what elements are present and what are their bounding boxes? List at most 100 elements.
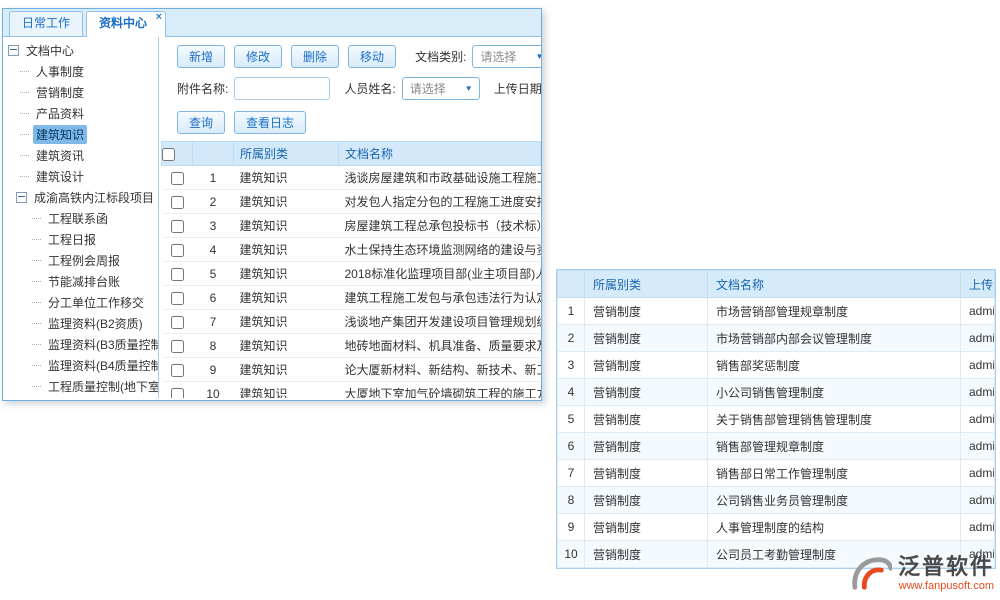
row-number: 5 xyxy=(558,406,585,433)
tree-item-label: 监理资料(B2资质) xyxy=(45,314,146,333)
table-row[interactable]: 9营销制度人事管理制度的结构admin xyxy=(558,514,995,541)
select-all-checkbox[interactable] xyxy=(162,148,175,161)
tab-daily-work[interactable]: 日常工作 xyxy=(9,11,83,36)
tree-item[interactable]: 工程日报 xyxy=(8,229,158,250)
add-button[interactable]: 新增 xyxy=(177,45,225,68)
tree-item-label: 工程日报 xyxy=(45,230,99,249)
tree-item[interactable]: 分工单位工作移交 xyxy=(8,292,158,313)
table-row[interactable]: 3建筑知识房屋建筑工程总承包投标书（技术标）... xyxy=(162,214,541,238)
row-checkbox[interactable] xyxy=(171,268,184,281)
brand-url[interactable]: www.fanpusoft.com xyxy=(898,580,994,592)
tree-item[interactable]: 工程质量控制(地下室) xyxy=(8,376,158,397)
table-row[interactable]: 6建筑知识建筑工程施工发包与承包违法行为认定... xyxy=(162,286,541,310)
tree-item-label: 建筑设计 xyxy=(33,167,87,186)
view-log-button[interactable]: 查看日志 xyxy=(234,111,306,134)
row-doc-name: 人事管理制度的结构 xyxy=(708,514,961,541)
table-row[interactable]: 6营销制度销售部管理规章制度admin xyxy=(558,433,995,460)
table-row[interactable]: 3营销制度销售部奖惩制度admin xyxy=(558,352,995,379)
doc-type-select[interactable]: 请选择 ▼ xyxy=(472,45,541,68)
tree-item[interactable]: 监理资料(B3质量控制) xyxy=(8,334,158,355)
table-row[interactable]: 10建筑知识大厦地下室加气砼墙砌筑工程的施工方... xyxy=(162,382,541,399)
row-number: 8 xyxy=(558,487,585,514)
window-body: 文档中心 人事制度营销制度产品资料建筑知识建筑资讯建筑设计 成渝高铁内江标段项目… xyxy=(3,37,541,398)
table-row[interactable]: 5营销制度关于销售部管理销售管理制度admin xyxy=(558,406,995,433)
tree-item[interactable]: 营销制度 xyxy=(8,82,158,103)
row-checkbox[interactable] xyxy=(171,340,184,353)
tree-connector xyxy=(32,281,41,282)
row-category: 营销制度 xyxy=(585,487,708,514)
tree-item[interactable]: 工程例会周报 xyxy=(8,250,158,271)
row-number: 6 xyxy=(558,433,585,460)
row-checkbox-cell xyxy=(162,262,193,286)
table-row[interactable]: 4营销制度小公司销售管理制度admin xyxy=(558,379,995,406)
row-checkbox[interactable] xyxy=(171,196,184,209)
row-checkbox[interactable] xyxy=(171,316,184,329)
tree-item[interactable]: 监理资料(B2资质) xyxy=(8,313,158,334)
doc-type-label: 文档类别: xyxy=(415,48,466,65)
tree-item[interactable]: 工程联系函 xyxy=(8,208,158,229)
tree-main-items: 人事制度营销制度产品资料建筑知识建筑资讯建筑设计 xyxy=(8,61,158,187)
tree-item[interactable]: 节能减排台账 xyxy=(8,271,158,292)
row-doc-name: 地砖地面材料、机具准备、质量要求及... xyxy=(339,334,541,358)
table-row[interactable]: 8营销制度公司销售业务员管理制度admin xyxy=(558,487,995,514)
tree-node-root[interactable]: 文档中心 xyxy=(8,40,158,61)
tree-item[interactable]: 建筑知识 xyxy=(8,124,158,145)
table-row[interactable]: 9建筑知识论大厦新材料、新结构、新技术、新工... xyxy=(162,358,541,382)
row-uploader: admin xyxy=(961,433,995,460)
table-row[interactable]: 8建筑知识地砖地面材料、机具准备、质量要求及... xyxy=(162,334,541,358)
table-row[interactable]: 4建筑知识水土保持生态环境监测网络的建设与资... xyxy=(162,238,541,262)
row-checkbox[interactable] xyxy=(171,172,184,185)
attachment-name-input[interactable] xyxy=(234,77,330,100)
row-checkbox[interactable] xyxy=(171,388,184,398)
row-uploader: admin xyxy=(961,514,995,541)
row-category: 建筑知识 xyxy=(234,310,339,334)
result-table-header-row: 所属别类 文档名称 上传... xyxy=(558,271,995,298)
close-icon[interactable]: × xyxy=(156,12,162,23)
query-button[interactable]: 查询 xyxy=(177,111,225,134)
tree-item-label: 监理资料(B3质量控制) xyxy=(45,335,159,354)
row-doc-name: 小公司销售管理制度 xyxy=(708,379,961,406)
collapse-icon[interactable] xyxy=(8,45,19,56)
upload-date-label-clipped: 上传日期 xyxy=(494,80,541,97)
tree-connector xyxy=(32,302,41,303)
delete-button[interactable]: 删除 xyxy=(291,45,339,68)
collapse-icon[interactable] xyxy=(16,192,27,203)
row-category: 营销制度 xyxy=(585,460,708,487)
row-doc-name: 建筑工程施工发包与承包违法行为认定... xyxy=(339,286,541,310)
row-number: 8 xyxy=(193,334,234,358)
move-button[interactable]: 移动 xyxy=(348,45,396,68)
tree-item-label: 产品资料 xyxy=(33,104,87,123)
tree-item[interactable]: 人事制度 xyxy=(8,61,158,82)
tree-node-project[interactable]: 成渝高铁内江标段项目 xyxy=(8,187,158,208)
table-row[interactable]: 5建筑知识2018标准化监理项目部(业主项目部)人员... xyxy=(162,262,541,286)
brand-text: 泛普软件 www.fanpusoft.com xyxy=(898,555,994,592)
row-doc-name: 销售部日常工作管理制度 xyxy=(708,460,961,487)
row-checkbox[interactable] xyxy=(171,292,184,305)
tree-connector xyxy=(32,218,41,219)
table-row[interactable]: 1营销制度市场营销部管理规章制度admin xyxy=(558,298,995,325)
modify-button[interactable]: 修改 xyxy=(234,45,282,68)
tree-item[interactable]: 建筑资讯 xyxy=(8,145,158,166)
row-checkbox[interactable] xyxy=(171,244,184,257)
table-row[interactable]: 7建筑知识浅谈地产集团开发建设项目管理规划编... xyxy=(162,310,541,334)
row-number: 1 xyxy=(193,166,234,190)
table-row[interactable]: 7营销制度销售部日常工作管理制度admin xyxy=(558,460,995,487)
row-category: 建筑知识 xyxy=(234,166,339,190)
row-checkbox[interactable] xyxy=(171,220,184,233)
row-uploader: admin xyxy=(961,298,995,325)
tree-item[interactable]: 建筑设计 xyxy=(8,166,158,187)
row-checkbox-cell xyxy=(162,238,193,262)
tab-data-center[interactable]: 资料中心 × xyxy=(86,11,166,37)
table-row[interactable]: 2营销制度市场营销部内部会议管理制度admin xyxy=(558,325,995,352)
tree-item[interactable]: 监理资料(B4质量控制) xyxy=(8,355,158,376)
table-row[interactable]: 1建筑知识浅谈房屋建筑和市政基础设施工程施工... xyxy=(162,166,541,190)
row-number: 7 xyxy=(558,460,585,487)
tree-item[interactable]: 产品资料 xyxy=(8,103,158,124)
category-column-header: 所属别类 xyxy=(585,271,708,298)
person-select[interactable]: 请选择 ▼ xyxy=(402,77,480,100)
row-doc-name: 大厦地下室加气砼墙砌筑工程的施工方... xyxy=(339,382,541,399)
row-checkbox[interactable] xyxy=(171,364,184,377)
table-row[interactable]: 2建筑知识对发包人指定分包的工程施工进度安排... xyxy=(162,190,541,214)
result-table-panel: 所属别类 文档名称 上传... 1营销制度市场营销部管理规章制度admin2营销… xyxy=(556,269,996,569)
row-number: 1 xyxy=(558,298,585,325)
